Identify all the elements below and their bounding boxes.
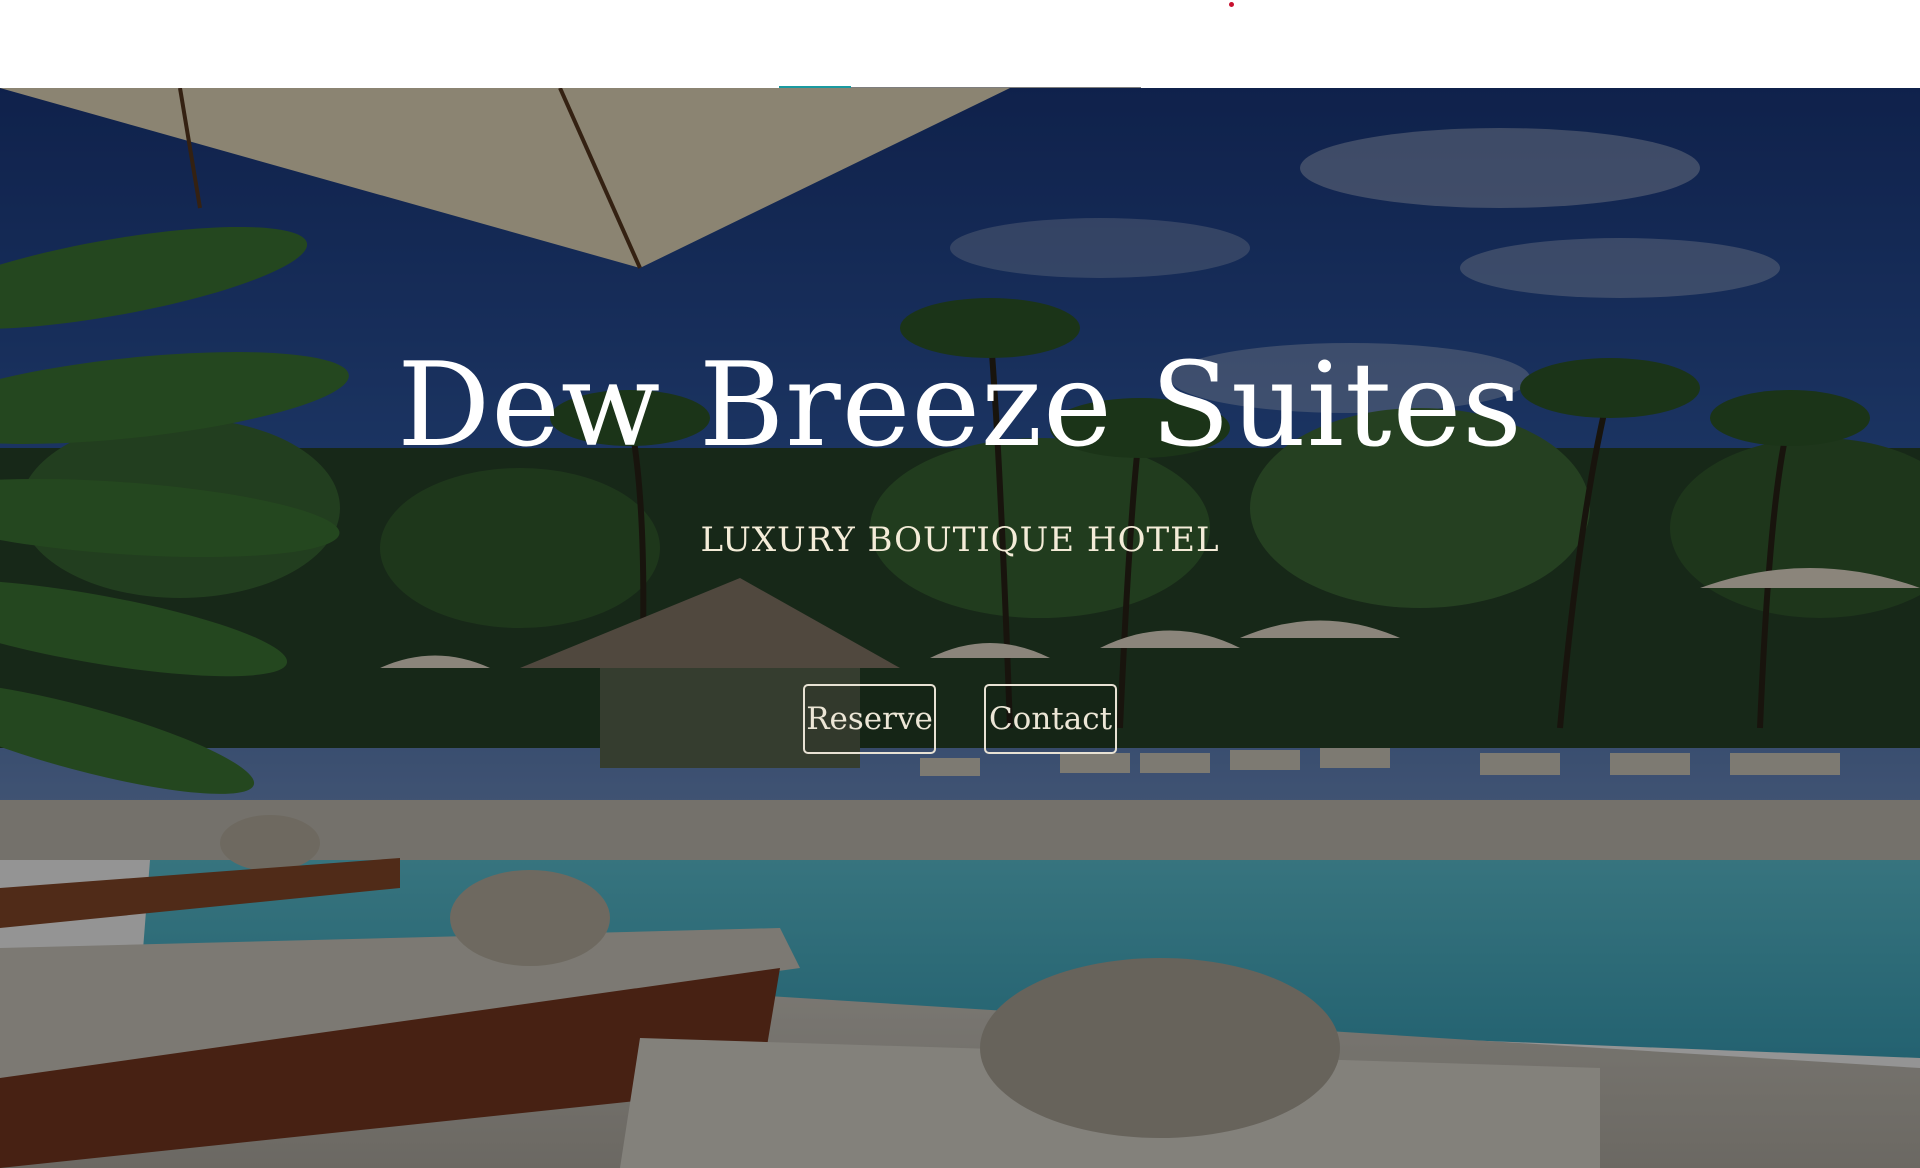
reserve-button[interactable]: Reserve — [803, 684, 936, 754]
top-navigation-bar — [0, 0, 1920, 89]
hotel-name-heading: Dew Breeze Suites — [397, 338, 1523, 473]
hero-overlay — [0, 88, 1920, 1168]
hotel-tagline: LUXURY BOUTIQUE HOTEL — [700, 520, 1220, 560]
notification-dot — [1229, 2, 1234, 7]
hero-section: Dew Breeze Suites LUXURY BOUTIQUE HOTEL … — [0, 88, 1920, 1168]
contact-button[interactable]: Contact — [984, 684, 1117, 754]
